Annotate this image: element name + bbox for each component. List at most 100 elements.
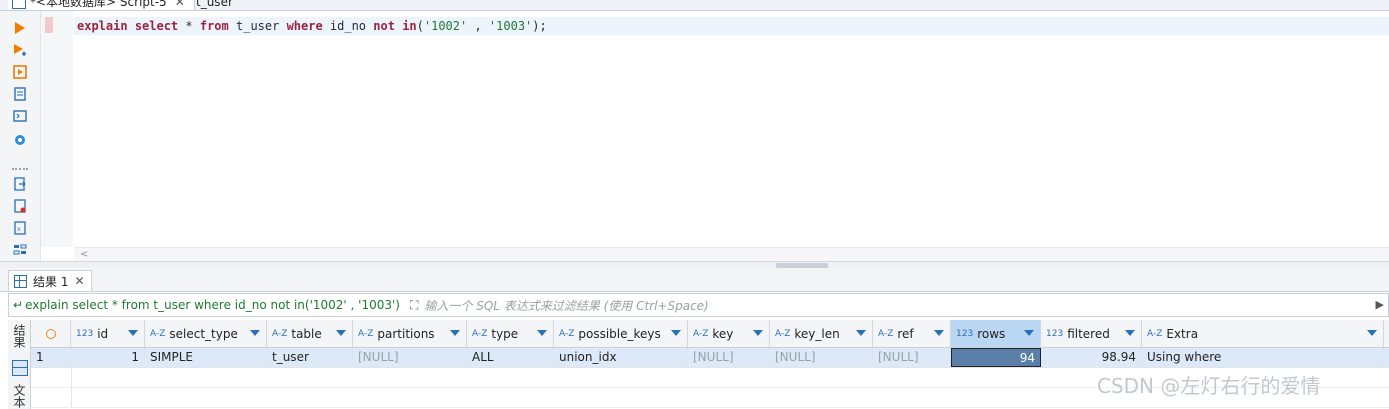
explain-plan-icon[interactable]	[12, 64, 28, 80]
column-name: type	[491, 326, 519, 341]
cell-rows[interactable]: 94	[951, 348, 1041, 367]
text-type-icon: A-Z	[775, 328, 791, 339]
expand-icon[interactable]: ⛶	[410, 298, 418, 313]
sort-filter-icon[interactable]	[250, 330, 260, 336]
result-filter-bar[interactable]: ↵ explain select * from t_user where id_…	[8, 293, 1389, 317]
sql-token: id_no	[322, 19, 374, 33]
sql-code-line[interactable]: explain select * from t_user where id_no…	[74, 17, 1389, 35]
table-row[interactable]: 1 1 SIMPLE t_user [NULL] ALL union_idx [NULL] [N…	[31, 348, 1389, 368]
column-header-id[interactable]: 123 id	[71, 320, 145, 347]
sql-token: '1002'	[423, 19, 468, 33]
sort-filter-icon[interactable]	[753, 330, 763, 336]
column-name: rows	[977, 326, 1006, 341]
editor-left-toolbar: x	[0, 11, 41, 267]
text-type-icon: A-Z	[878, 328, 894, 339]
execute-icon[interactable]	[12, 20, 28, 36]
sort-filter-icon[interactable]	[537, 330, 547, 336]
row-number-header[interactable]	[31, 320, 71, 347]
scroll-left-icon[interactable]: <	[80, 249, 88, 260]
terminal-icon[interactable]	[12, 108, 28, 124]
current-line-marker	[45, 17, 53, 33]
sql-token: t_user	[228, 19, 287, 33]
cell-partitions[interactable]: [NULL]	[353, 348, 467, 367]
column-name: table	[291, 326, 322, 341]
cell-type[interactable]: ALL	[467, 348, 554, 367]
cell-possible-keys[interactable]: union_idx	[554, 348, 688, 367]
text-type-icon: A-Z	[559, 328, 575, 339]
column-header-key-len[interactable]: A-Z key_len	[770, 320, 873, 347]
sql-token: (	[416, 19, 424, 33]
text-view-label[interactable]: 文本	[12, 384, 26, 408]
column-name: partitions	[377, 326, 435, 341]
column-header-ref[interactable]: A-Z ref	[873, 320, 951, 347]
text-type-icon: A-Z	[358, 328, 374, 339]
sql-editor[interactable]: explain select * from t_user where id_no…	[74, 11, 1389, 247]
column-name: select_type	[169, 326, 238, 341]
result-view-switcher: 结果 文本	[8, 320, 31, 409]
filter-run-icon[interactable]: ▶	[1376, 298, 1384, 311]
file-icon[interactable]	[12, 198, 28, 214]
row-status-icon	[45, 328, 56, 339]
sql-token: *	[178, 19, 200, 33]
format-icon[interactable]: x	[12, 220, 28, 236]
tab-close-icon[interactable]: ✕	[175, 0, 185, 9]
sql-token: from	[199, 19, 229, 33]
column-header-type[interactable]: A-Z type	[467, 320, 554, 347]
sort-filter-icon[interactable]	[336, 330, 346, 336]
column-header-filtered[interactable]: 123 filtered	[1041, 320, 1142, 347]
export-icon[interactable]	[12, 176, 28, 192]
sql-token: '1003'	[488, 19, 533, 33]
svg-text:x: x	[17, 226, 21, 233]
cell-select-type[interactable]: SIMPLE	[145, 348, 267, 367]
row-number[interactable]: 1	[31, 348, 71, 367]
execute-script-icon[interactable]	[12, 42, 28, 58]
tab-label: t_user	[196, 0, 233, 9]
sort-filter-icon[interactable]	[128, 330, 138, 336]
column-header-partitions[interactable]: A-Z partitions	[353, 320, 467, 347]
cell-key-len[interactable]: [NULL]	[770, 348, 873, 367]
filter-input[interactable]: 输入一个 SQL 表达式来过滤结果 (使用 Ctrl+Space)	[424, 297, 708, 314]
sql-token: explain	[77, 19, 128, 33]
numeric-type-icon: 123	[956, 328, 974, 339]
sort-filter-icon[interactable]	[1024, 330, 1034, 336]
editor-horizontal-scrollbar[interactable]: <	[74, 247, 1389, 261]
watermark: CSDN @左灯右行的爱情	[1097, 374, 1321, 398]
grid-icon	[14, 274, 27, 288]
sort-filter-icon[interactable]	[934, 330, 944, 336]
grid-view-label[interactable]: 结果	[12, 324, 26, 348]
cell-table[interactable]: t_user	[267, 348, 353, 367]
tab-script-5[interactable]: *<本地数据库> Script-5 ✕	[8, 0, 195, 10]
column-header-possible-keys[interactable]: A-Z possible_keys	[554, 320, 688, 347]
column-header-select-type[interactable]: A-Z select_type	[145, 320, 267, 347]
text-type-icon: A-Z	[693, 328, 709, 339]
sql-token: in	[402, 19, 417, 33]
sort-filter-icon[interactable]	[1125, 330, 1135, 336]
tab-t-user[interactable]: t_user	[196, 0, 233, 10]
sort-filter-icon[interactable]	[1367, 330, 1377, 336]
column-header-key[interactable]: A-Z key	[688, 320, 770, 347]
sort-filter-icon[interactable]	[450, 330, 460, 336]
sort-filter-icon[interactable]	[671, 330, 681, 336]
tab-result-1[interactable]: 结果 1 ✕	[8, 270, 92, 291]
result-tab-close-icon[interactable]: ✕	[74, 274, 84, 288]
sql-query-icon: ↵	[13, 298, 24, 312]
grid-view-icon[interactable]	[12, 360, 28, 376]
cell-ref[interactable]: [NULL]	[873, 348, 951, 367]
column-header-extra[interactable]: A-Z Extra	[1142, 320, 1384, 347]
cell-key[interactable]: [NULL]	[688, 348, 770, 367]
column-name: key	[712, 326, 734, 341]
cell-filtered[interactable]: 98.94	[1041, 348, 1142, 367]
column-header-table[interactable]: A-Z table	[267, 320, 353, 347]
column-header-rows[interactable]: 123 rows	[951, 320, 1041, 347]
cell-extra[interactable]: Using where	[1142, 348, 1384, 367]
outline-icon[interactable]	[12, 242, 28, 258]
column-name: filtered	[1067, 326, 1110, 341]
editor-tab-bar: *<本地数据库> Script-5 ✕ t_user	[0, 0, 1389, 11]
script-icon[interactable]	[12, 86, 28, 102]
text-type-icon: A-Z	[272, 328, 288, 339]
settings-icon[interactable]	[12, 132, 28, 148]
sql-token: where	[286, 19, 323, 33]
sort-filter-icon[interactable]	[856, 330, 866, 336]
cell-id[interactable]: 1	[71, 348, 145, 367]
